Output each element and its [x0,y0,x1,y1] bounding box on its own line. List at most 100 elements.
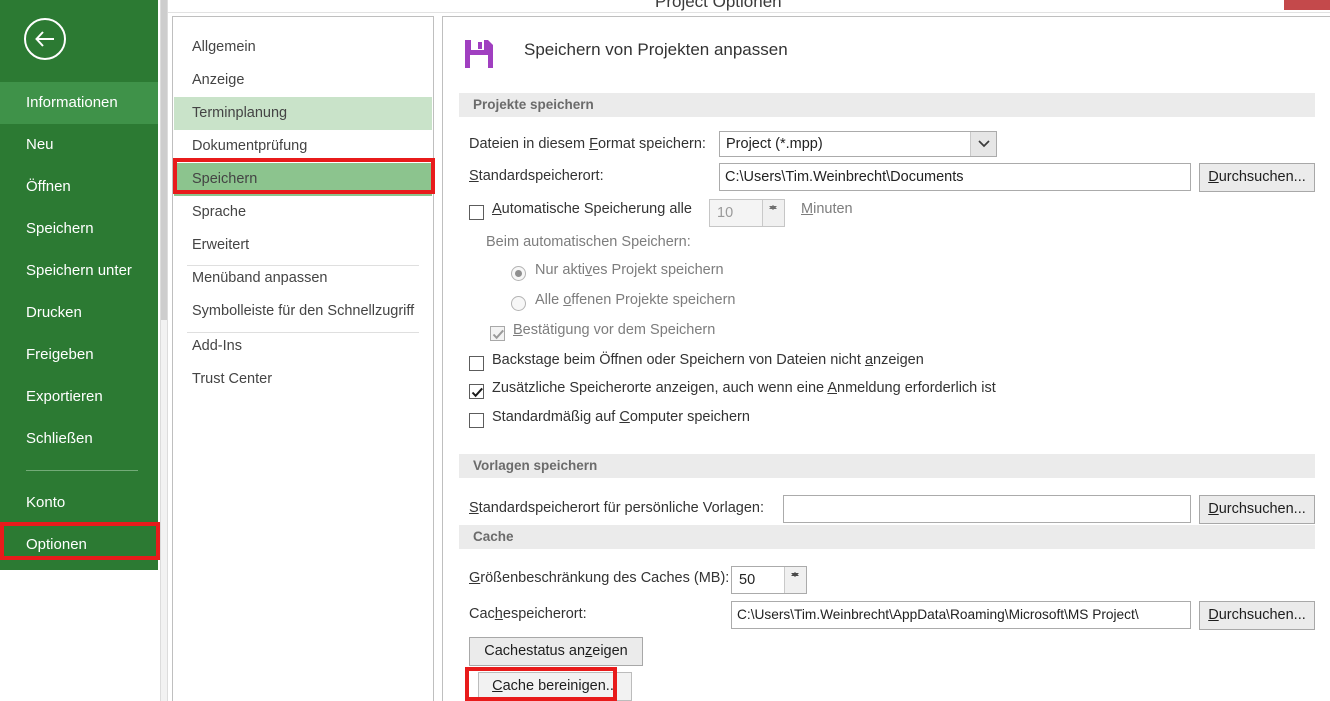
show-additional-places-checkbox[interactable] [469,384,484,399]
backstage-item-label: Speichern unter [26,262,132,279]
label-show-additional-places: Zusätzliche Speicherorte anzeigen, auch … [492,380,996,396]
nav-item-speichern[interactable]: Speichern [174,163,432,196]
stepper-buttons[interactable] [784,567,806,593]
label-part: tandardspeicherort für persönliche Vorla… [478,500,765,516]
label-part: Zusätzliche Speicherorte anzeigen, auch … [492,380,828,396]
label-part: espeicherort: [502,606,587,622]
nav-item-dokumentpruefung[interactable]: Dokumentprüfung [174,130,432,163]
nav-item-anzeige[interactable]: Anzeige [174,64,432,97]
vorlagen-browse-button[interactable]: Durchsuchen... [1199,495,1315,524]
backstage-item-label: Exportieren [26,388,103,405]
label-nur-aktives-projekt: Nur aktives Projekt speichern [535,262,724,278]
scrollbar-thumb[interactable] [161,0,167,320]
autosave-minutes-stepper[interactable]: 10 [709,199,785,227]
accel-key: a [864,352,874,368]
cache-status-button[interactable]: Cachestatus anzeigen [469,637,643,666]
backstage-sidebar: Informationen Neu Öffnen Speichern Speic… [0,0,158,570]
standardspeicherort-input[interactable]: C:\Users\Tim.Weinbrecht\Documents [719,163,1191,191]
back-arrow-icon[interactable] [24,18,66,60]
autosave-checkbox[interactable] [469,205,484,220]
backstage-item-label: Freigeben [26,346,94,363]
backstage-item-drucken[interactable]: Drucken [0,292,158,334]
nav-item-label: Allgemein [192,39,256,55]
accel-key: C [619,409,630,425]
page-title: Speichern von Projekten anpassen [524,40,788,59]
label-autosave: Automatische Speicherung alle [492,201,692,217]
backstage-item-freigeben[interactable]: Freigeben [0,334,158,376]
backstage-item-oeffnen[interactable]: Öffnen [0,166,158,208]
hide-backstage-checkbox[interactable] [469,356,484,371]
label-bestaetigung-vor-speichern: Bestätigung vor dem Speichern [513,322,715,338]
nav-item-label: Trust Center [192,371,273,387]
label-hide-backstage: Backstage beim Öffnen oder Speichern von… [492,352,924,368]
backstage-item-exportieren[interactable]: Exportieren [0,376,158,418]
backstage-item-label: Optionen [26,536,87,553]
label-vorlagen-speicherort: Standardspeicherort für persönliche Vorl… [469,500,764,516]
button-label: urchsuchen... [1218,607,1306,623]
cache-size-stepper[interactable]: 50 [731,566,807,594]
confirm-before-save-checkbox[interactable] [490,326,505,341]
accel-key: C [492,678,503,694]
radio-nur-aktives-projekt[interactable] [511,266,526,281]
accel-key: A [492,201,502,217]
accel-key: h [494,606,503,622]
label-minuten: Minuten [801,201,853,217]
label-part: inuten [813,201,853,217]
cache-clean-button[interactable]: Cache bereinigen... [478,672,632,701]
cachespeicherort-input[interactable]: C:\Users\Tim.Weinbrecht\AppData\Roaming\… [731,601,1191,629]
save-to-computer-checkbox[interactable] [469,413,484,428]
nav-item-allgemein[interactable]: Allgemein [174,31,432,64]
label-part: Backstage beim Öffnen oder Speichern von… [492,352,865,368]
options-content-panel: Speichern von Projekten anpassen Projekt… [442,16,1330,701]
nav-item-label: Sprache [192,204,247,220]
stepper-buttons[interactable] [762,200,784,226]
nav-item-erweitert[interactable]: Erweitert [174,229,432,262]
accel-key: M [801,201,814,217]
dialog-title: Project Optionen [655,0,782,11]
nav-item-label: Dokumentprüfung [192,138,308,154]
backstage-item-informationen[interactable]: Informationen [0,82,158,124]
label-dateiformat: Dateien in diesem Format speichern: [469,136,706,152]
backstage-item-label: Speichern [26,220,94,237]
label-alle-offenen-projekte: Alle offenen Projekte speichern [535,292,735,308]
dateiformat-combobox[interactable]: Project (*.mpp) [719,131,997,157]
nav-item-add-ins[interactable]: Add-Ins [174,330,432,363]
radio-dot [515,270,522,277]
label-part: Alle [535,292,564,308]
nav-item-menueband-anpassen[interactable]: Menüband anpassen [174,262,432,295]
label-part: Standardmäßig auf [492,409,620,425]
nav-item-sprache[interactable]: Sprache [174,196,432,229]
accel-key: S [469,500,479,516]
label-part: rößenbeschränkung des Caches (MB): [480,570,730,586]
backstage-item-konto[interactable]: Konto [0,482,158,524]
backstage-item-speichern-unter[interactable]: Speichern unter [0,250,158,292]
vorlagen-speicherort-input[interactable] [783,495,1191,523]
label-cache-groesse: Größenbeschränkung des Caches (MB): [469,570,729,586]
accel-key: D [1208,169,1219,185]
label-cachespeicherort: Cachespeicherort: [469,606,587,622]
backstage-item-label: Neu [26,136,54,153]
label-part: Nur akti [535,262,585,278]
cache-size-value: 50 [739,572,756,588]
label-part: ffenen Projekte speichern [571,292,736,308]
button-label: ache bereinigen... [502,678,618,694]
nav-item-trust-center[interactable]: Trust Center [174,363,432,396]
radio-alle-offenen-projekte[interactable] [511,296,526,311]
label-part: omputer speichern [629,409,750,425]
cache-browse-button[interactable]: Durchsuchen... [1199,601,1315,630]
backstage-item-schliessen[interactable]: Schließen [0,418,158,460]
nav-item-label: Add-Ins [192,338,242,354]
nav-item-label: Erweitert [192,237,250,253]
backstage-item-speichern[interactable]: Speichern [0,208,158,250]
chevron-down-icon[interactable] [970,132,996,156]
nav-item-label: Terminplanung [192,105,288,121]
label-save-to-computer: Standardmäßig auf Computer speichern [492,409,750,425]
nav-item-schnellzugriff[interactable]: Symbolleiste für den Schnellzugriff [174,295,432,328]
close-button[interactable] [1284,0,1330,10]
app-root: Project Optionen Informationen Neu Öffne… [0,0,1330,701]
accel-key: G [469,570,481,586]
autosave-minutes-value: 10 [717,205,734,221]
standardspeicherort-browse-button[interactable]: Durchsuchen... [1199,163,1315,192]
nav-item-terminplanung[interactable]: Terminplanung [174,97,432,130]
backstage-item-neu[interactable]: Neu [0,124,158,166]
